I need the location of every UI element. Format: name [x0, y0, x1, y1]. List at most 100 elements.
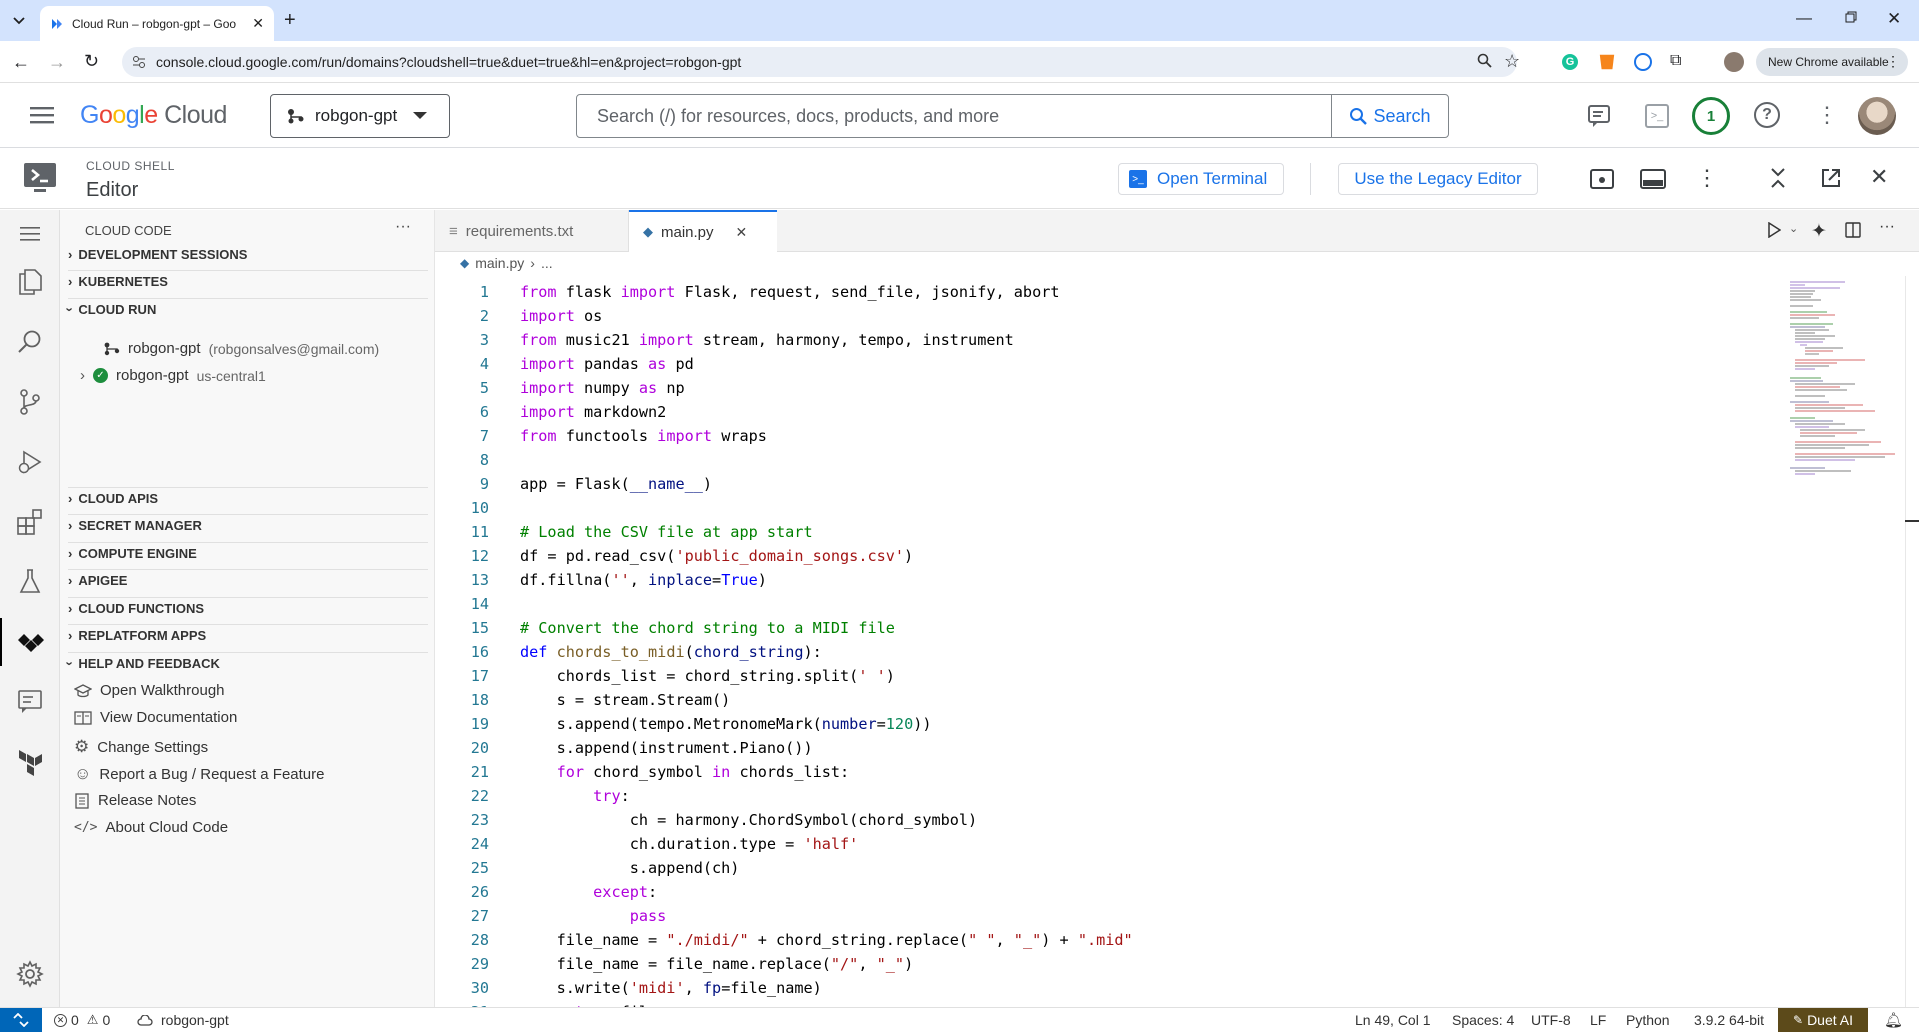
section-replatform-apps[interactable]: › REPLATFORM APPS [68, 624, 428, 646]
item-name: robgon-gpt [116, 367, 189, 384]
more-options-icon[interactable]: ⋮ [1816, 102, 1838, 128]
new-chrome-available-button[interactable]: New Chrome available ⋮ [1756, 48, 1908, 76]
minimize-shell-icon[interactable] [1770, 167, 1786, 189]
bookmark-star-icon[interactable]: ☆ [1504, 51, 1520, 72]
split-editor-icon[interactable] [1845, 222, 1861, 238]
cloud-code-icon[interactable] [0, 618, 60, 666]
section-cloud-functions[interactable]: › CLOUD FUNCTIONS [68, 597, 428, 619]
breadcrumb-file[interactable]: main.py [475, 255, 524, 271]
legacy-editor-button[interactable]: Use the Legacy Editor [1338, 163, 1538, 195]
source-control-icon[interactable] [0, 378, 60, 426]
chevron-right-icon[interactable]: › [80, 367, 85, 384]
forward-icon[interactable]: → [48, 52, 66, 73]
remote-indicator-icon[interactable] [0, 1008, 42, 1032]
help-item-walkthrough[interactable]: Open Walkthrough [74, 682, 225, 699]
tab-main-py[interactable]: ◆ main.py ✕ [629, 210, 777, 252]
user-avatar[interactable] [1858, 97, 1896, 135]
notifications-bell-icon[interactable]: 🔔︎ [1884, 1011, 1903, 1029]
help-item-documentation[interactable]: View Documentation [74, 709, 237, 726]
minimap[interactable] [1785, 278, 1905, 508]
chevron-down-icon: › [62, 661, 78, 666]
scrollbar-track[interactable] [1905, 276, 1919, 1007]
chrome-menu-icon[interactable]: ⋮ [1886, 53, 1900, 70]
indentation[interactable]: Spaces: 4 [1452, 1008, 1514, 1032]
notifications-badge[interactable]: 1 [1692, 97, 1730, 135]
problems-indicator[interactable]: ✕ 0 ⚠ 0 [54, 1008, 110, 1032]
python-interpreter[interactable]: 3.9.2 64-bit [1694, 1008, 1764, 1032]
cloud-run-account-item[interactable]: robgon-gpt (robgonsalves@gmail.com) [104, 340, 379, 357]
testing-icon[interactable] [0, 558, 60, 606]
shell-more-icon[interactable]: ⋮ [1696, 165, 1718, 191]
run-debug-icon[interactable] [0, 438, 60, 486]
section-secret-manager[interactable]: › SECRET MANAGER [68, 514, 428, 536]
help-item-about[interactable]: </> About Cloud Code [74, 819, 228, 836]
section-development-sessions[interactable]: › DEVELOPMENT SESSIONS [68, 243, 428, 265]
window-close-icon[interactable]: ✕ [1887, 9, 1901, 29]
grammarly-extension-icon[interactable]: G [1562, 54, 1578, 70]
section-cloud-run[interactable]: › CLOUD RUN [63, 298, 428, 320]
tab-requirements-txt[interactable]: ≡ requirements.txt [435, 210, 629, 252]
extensions-icon[interactable] [0, 498, 60, 546]
close-shell-icon[interactable]: ✕ [1870, 164, 1888, 190]
profile-avatar-icon[interactable] [1724, 52, 1744, 72]
encoding[interactable]: UTF-8 [1531, 1008, 1571, 1032]
address-bar[interactable]: console.cloud.google.com/run/domains?clo… [122, 47, 1520, 77]
open-new-window-icon[interactable] [1820, 167, 1842, 189]
zoom-icon[interactable] [1477, 53, 1493, 69]
section-label: REPLATFORM APPS [78, 628, 207, 643]
open-terminal-button[interactable]: >_ Open Terminal [1118, 163, 1284, 195]
layout-panel-icon[interactable] [1640, 169, 1666, 189]
google-cloud-logo[interactable]: Google Cloud [80, 101, 227, 130]
cloud-run-service-item[interactable]: › ✓ robgon-gpt us-central1 [80, 367, 266, 384]
run-python-icon[interactable] [1767, 222, 1781, 238]
code-editor[interactable]: 1 from flask import Flask, request, send_… [435, 276, 1775, 1007]
restore-icon[interactable] [1845, 11, 1857, 23]
tab-search-icon[interactable] [10, 12, 28, 30]
settings-gear-icon[interactable] [0, 950, 60, 998]
reload-icon[interactable]: ↻ [84, 51, 99, 72]
language-mode[interactable]: Python [1626, 1008, 1670, 1032]
minimize-icon[interactable]: — [1796, 10, 1812, 28]
site-info-icon[interactable] [132, 55, 146, 69]
extensions-puzzle-icon[interactable]: ⧉ [1670, 52, 1681, 70]
help-item-report-bug[interactable]: ☺ Report a Bug / Request a Feature [74, 764, 325, 784]
search-button[interactable]: Search [1331, 95, 1448, 137]
cloud-project-indicator[interactable]: robgon-gpt [137, 1008, 229, 1032]
explorer-icon[interactable] [0, 258, 60, 306]
gemini-spark-icon[interactable]: ✦ [1811, 220, 1827, 243]
gemini-chat-icon[interactable] [1588, 104, 1614, 128]
menu-icon[interactable] [0, 210, 60, 258]
gemini-assist-icon[interactable] [0, 678, 60, 726]
search-bar[interactable]: Search (/) for resources, docs, products… [576, 94, 1449, 138]
breadcrumb-symbol[interactable]: ... [541, 255, 553, 271]
sidebar-more-icon[interactable]: ··· [395, 218, 411, 236]
new-tab-icon[interactable]: + [284, 9, 296, 32]
cloud-shell-icon[interactable]: >_ [1645, 104, 1669, 128]
back-icon[interactable]: ← [12, 52, 30, 73]
cursor-position[interactable]: Ln 49, Col 1 [1355, 1008, 1431, 1032]
help-item-settings[interactable]: ⚙ Change Settings [74, 737, 208, 757]
help-icon[interactable]: ? [1754, 102, 1780, 128]
section-help-feedback[interactable]: › HELP AND FEEDBACK [63, 652, 428, 674]
browser-tab-active[interactable]: Cloud Run – robgon-gpt – Goo ✕ [40, 6, 274, 41]
run-dropdown-icon[interactable]: ⌄ [1789, 222, 1798, 235]
section-kubernetes[interactable]: › KUBERNETES [68, 270, 428, 292]
web-preview-icon[interactable] [1590, 169, 1614, 189]
search-icon[interactable] [0, 318, 60, 366]
line-endings[interactable]: LF [1590, 1008, 1606, 1032]
section-compute-engine[interactable]: › COMPUTE ENGINE [68, 542, 428, 564]
project-picker[interactable]: robgon-gpt [270, 94, 450, 138]
section-cloud-apis[interactable]: › CLOUD APIS [68, 487, 428, 509]
help-item-release-notes[interactable]: Release Notes [74, 792, 196, 809]
section-apigee[interactable]: › APIGEE [68, 569, 428, 591]
search-input[interactable]: Search (/) for resources, docs, products… [577, 106, 1331, 127]
editor-more-icon[interactable]: ··· [1879, 218, 1895, 236]
terraform-icon[interactable] [0, 738, 60, 786]
tab-close-icon[interactable]: ✕ [736, 224, 748, 241]
extension-icon[interactable] [1634, 53, 1652, 71]
tab-close-icon[interactable]: ✕ [252, 15, 264, 32]
hamburger-menu-icon[interactable] [30, 106, 54, 124]
duet-ai-button[interactable]: ✎ Duet AI [1778, 1008, 1868, 1032]
metamask-extension-icon[interactable] [1599, 54, 1615, 70]
cloud-icon [137, 1014, 153, 1026]
